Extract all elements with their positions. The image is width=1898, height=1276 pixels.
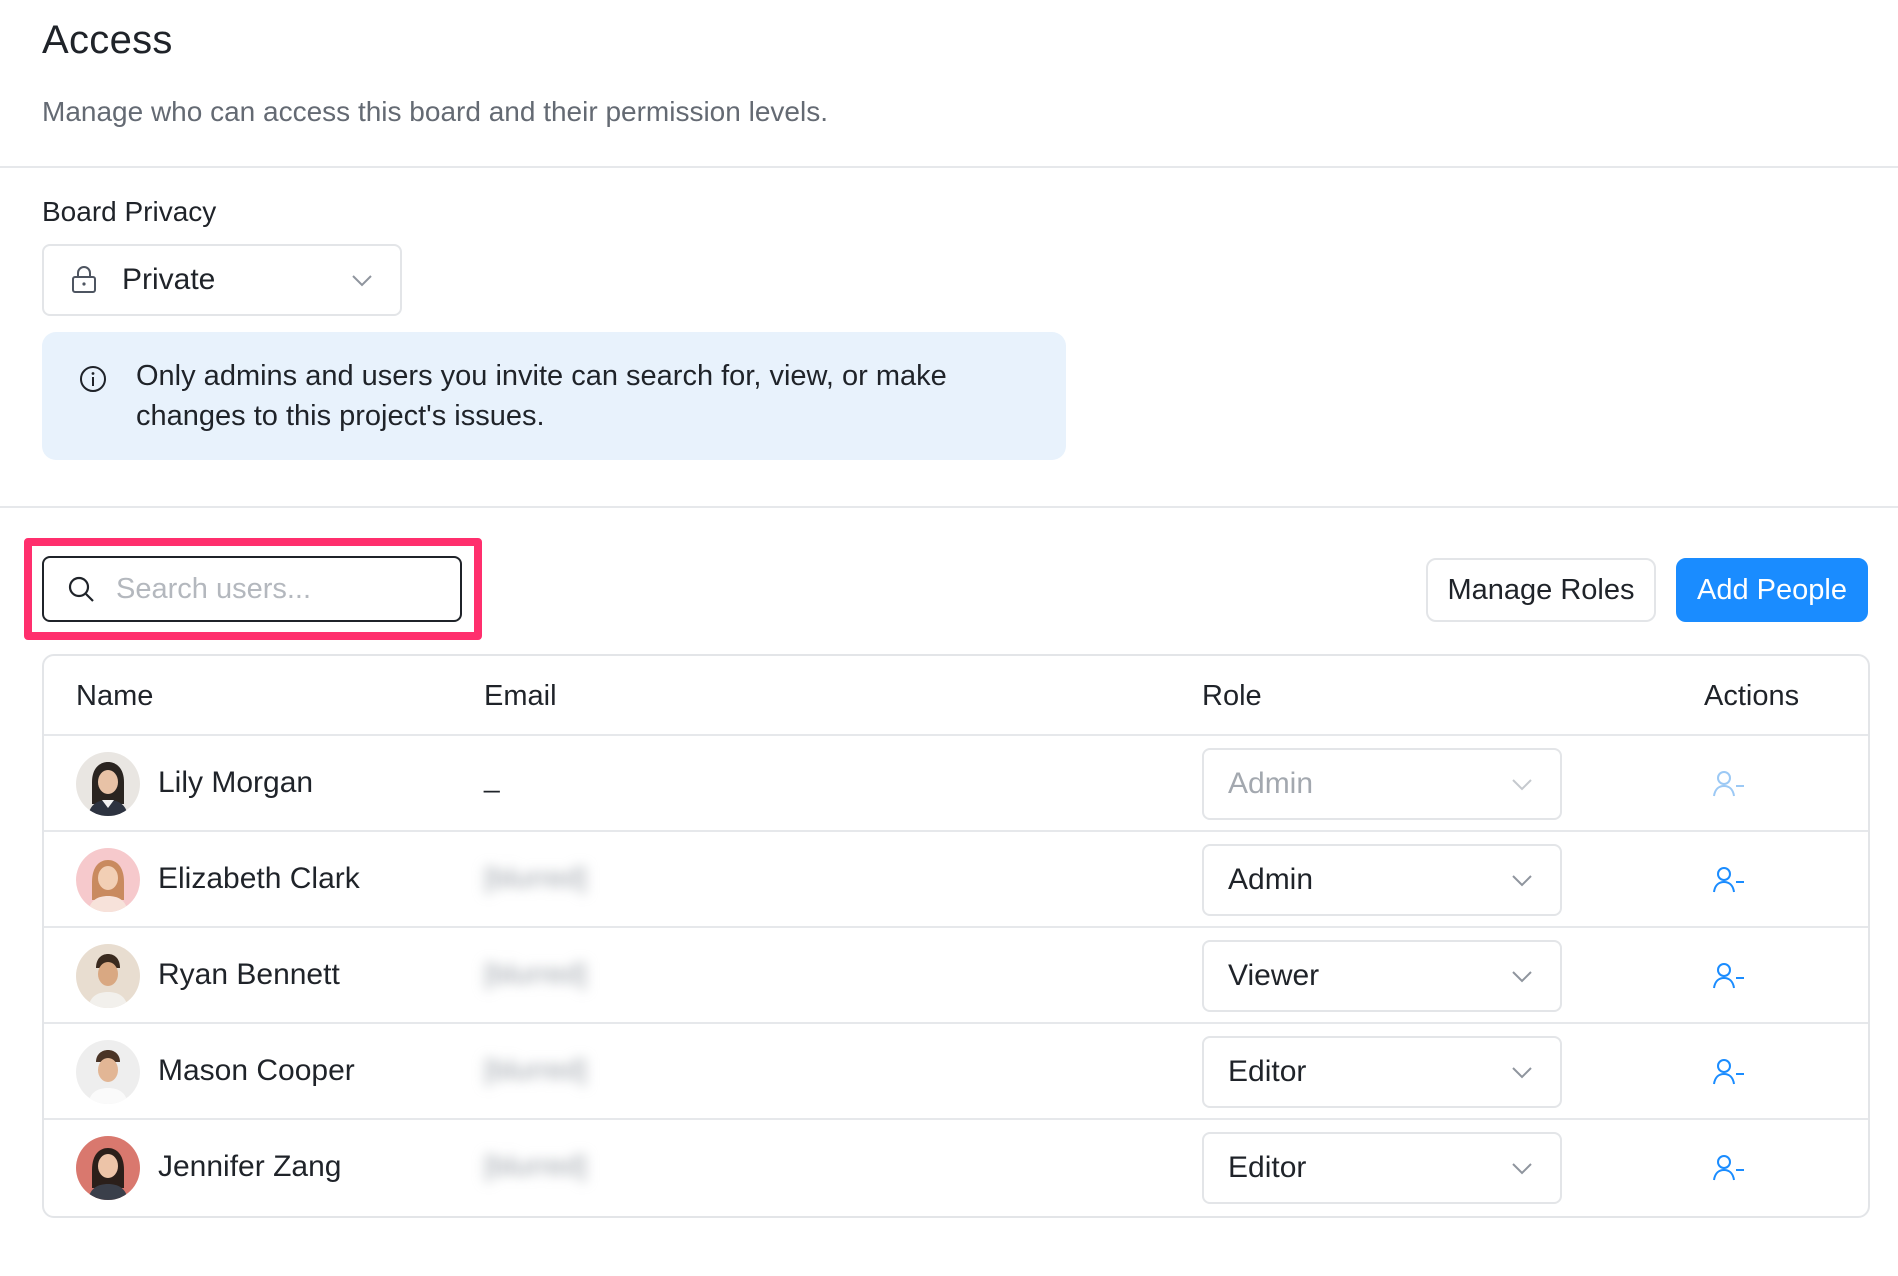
avatar: [76, 752, 140, 816]
privacy-info-text: Only admins and users you invite can sea…: [136, 360, 947, 432]
board-privacy-value: Private: [122, 263, 216, 296]
role-value: Admin: [1228, 863, 1314, 896]
remove-user-icon[interactable]: [1710, 958, 1748, 994]
remove-user-icon[interactable]: [1710, 1150, 1748, 1186]
role-value: Admin: [1228, 767, 1314, 800]
column-header-name: Name: [76, 680, 154, 712]
chevron-down-icon: [1508, 1154, 1536, 1182]
lock-icon: [68, 264, 100, 296]
board-privacy-label: Board Privacy: [42, 196, 217, 227]
user-email-blurred: [blurred]: [484, 1150, 587, 1181]
table-row: Jennifer Zang [blurred] Editor: [44, 1120, 1868, 1216]
avatar: [76, 944, 140, 1008]
privacy-info-banner: Only admins and users you invite can sea…: [42, 332, 1066, 460]
remove-user-icon[interactable]: [1710, 766, 1748, 802]
manage-roles-button[interactable]: Manage Roles: [1426, 558, 1656, 622]
chevron-down-icon: [1508, 770, 1536, 798]
add-people-button[interactable]: Add People: [1676, 558, 1868, 622]
search-icon: [66, 574, 96, 604]
table-header: Name Email Role Actions: [44, 656, 1868, 736]
role-select: Admin: [1202, 748, 1562, 820]
page-subtitle: Manage who can access this board and the…: [42, 96, 828, 127]
chevron-down-icon: [1508, 866, 1536, 894]
user-name: Ryan Bennett: [158, 958, 340, 991]
user-email-blurred: [blurred]: [484, 1054, 587, 1085]
user-email-blurred: [blurred]: [484, 958, 587, 989]
role-select[interactable]: Editor: [1202, 1036, 1562, 1108]
user-name: Elizabeth Clark: [158, 862, 360, 895]
avatar: [76, 848, 140, 912]
chevron-down-icon: [348, 266, 376, 294]
user-name: Lily Morgan: [158, 766, 314, 799]
role-select[interactable]: Viewer: [1202, 940, 1562, 1012]
avatar: [76, 1136, 140, 1200]
divider: [0, 506, 1898, 508]
chevron-down-icon: [1508, 1058, 1536, 1086]
role-value: Editor: [1228, 1055, 1307, 1088]
remove-user-icon[interactable]: [1710, 1054, 1748, 1090]
user-name: Jennifer Zang: [158, 1150, 342, 1183]
page-header: Access: [42, 18, 173, 63]
users-table: Name Email Role Actions Lily Morgan _ Ad…: [42, 654, 1870, 1218]
role-value: Viewer: [1228, 959, 1320, 992]
table-row: Elizabeth Clark [blurred] Admin: [44, 832, 1868, 928]
remove-user-icon[interactable]: [1710, 862, 1748, 898]
column-header-email: Email: [484, 680, 557, 712]
page-title: Access: [42, 18, 173, 62]
board-privacy-select[interactable]: Private: [42, 244, 402, 316]
divider: [0, 166, 1898, 168]
user-email-blurred: [blurred]: [484, 862, 587, 893]
column-header-actions: Actions: [1704, 680, 1800, 712]
info-icon: [78, 364, 110, 396]
user-name: Mason Cooper: [158, 1054, 355, 1087]
table-row: Mason Cooper [blurred] Editor: [44, 1024, 1868, 1120]
search-users-box[interactable]: [42, 556, 462, 622]
role-select[interactable]: Admin: [1202, 844, 1562, 916]
avatar: [76, 1040, 140, 1104]
table-row: Ryan Bennett [blurred] Viewer: [44, 928, 1868, 1024]
role-value: Editor: [1228, 1151, 1307, 1184]
search-users-input[interactable]: [116, 572, 436, 606]
table-row: Lily Morgan _ Admin: [44, 736, 1868, 832]
role-select[interactable]: Editor: [1202, 1132, 1562, 1204]
column-header-role: Role: [1202, 680, 1262, 712]
chevron-down-icon: [1508, 962, 1536, 990]
user-email: _: [484, 762, 500, 793]
